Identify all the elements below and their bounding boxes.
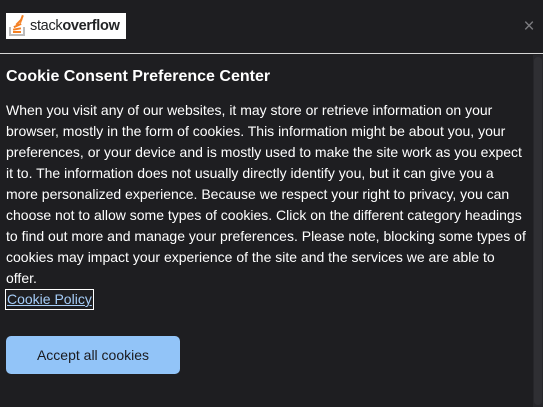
logo-text: stackoverflow	[30, 19, 120, 34]
dialog-title: Cookie Consent Preference Center	[6, 68, 271, 85]
cookie-policy-link[interactable]: Cookie Policy	[5, 289, 94, 310]
stack-overflow-logo-icon	[9, 15, 25, 36]
accept-all-cookies-button[interactable]: Accept all cookies	[6, 336, 180, 374]
logo-text-overflow: overflow	[62, 17, 120, 34]
stack-overflow-logo: stackoverflow	[6, 13, 126, 39]
logo-text-stack: stack	[30, 17, 63, 34]
close-icon[interactable]: ×	[521, 17, 537, 36]
scrollbar-thumb[interactable]	[534, 57, 542, 405]
scrollbar[interactable]	[533, 55, 543, 407]
header: stackoverflow ×	[0, 0, 543, 54]
dialog-description: When you visit any of our websites, it m…	[6, 102, 526, 286]
